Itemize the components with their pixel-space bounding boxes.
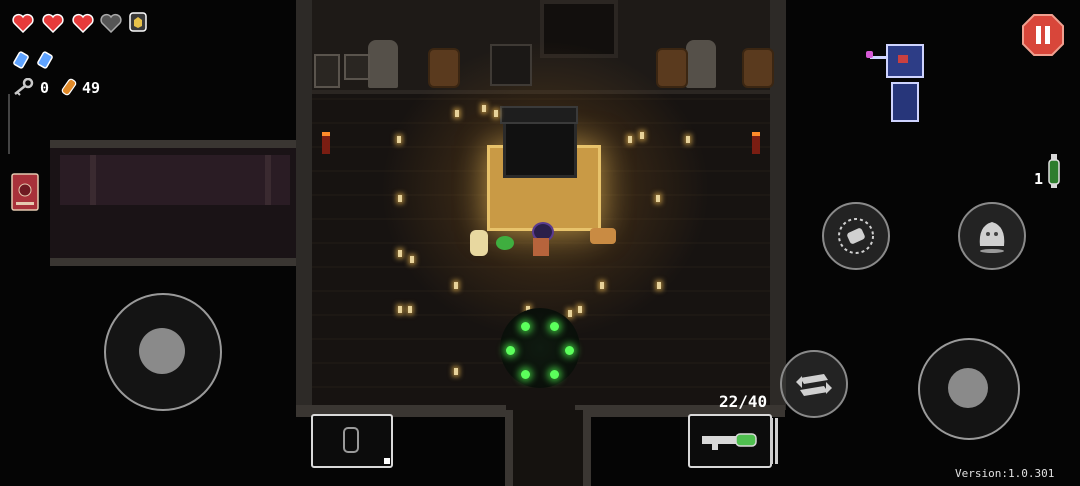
candle bbox=[398, 195, 402, 202]
crate bbox=[344, 54, 370, 80]
heart-icon bbox=[12, 13, 34, 33]
statue bbox=[368, 40, 398, 88]
key-count: 0 bbox=[40, 79, 50, 97]
active-item-slot[interactable] bbox=[311, 414, 393, 468]
aim-joystick-knob[interactable] bbox=[948, 368, 988, 408]
blank-icon bbox=[37, 51, 53, 69]
swap-weapon-button[interactable] bbox=[780, 350, 848, 418]
use-item-button[interactable] bbox=[822, 202, 890, 270]
use-item-icon bbox=[838, 218, 874, 254]
shell-currency-icon bbox=[61, 78, 77, 96]
minimap-marker-icon bbox=[866, 51, 873, 58]
interact-button[interactable] bbox=[958, 202, 1026, 270]
teleporter-light bbox=[521, 370, 530, 379]
teleporter-light bbox=[565, 346, 574, 355]
ammo-counter: 22/40 bbox=[719, 392, 768, 411]
candle bbox=[628, 136, 632, 143]
minimap-room[interactable] bbox=[891, 82, 919, 122]
item-slot-corner bbox=[384, 458, 390, 464]
teleporter-light bbox=[506, 346, 515, 355]
candle bbox=[408, 306, 412, 313]
candle bbox=[686, 136, 690, 143]
player-body bbox=[533, 238, 549, 256]
player-character bbox=[528, 222, 554, 258]
candle bbox=[600, 282, 604, 289]
barrel bbox=[742, 48, 774, 88]
candle bbox=[657, 282, 661, 289]
heart-icon bbox=[72, 13, 94, 33]
candle bbox=[397, 136, 401, 143]
empty-item-icon bbox=[343, 427, 359, 453]
lantern bbox=[470, 230, 488, 256]
candle bbox=[398, 306, 402, 313]
weapon-stack-edge bbox=[775, 418, 778, 464]
weapon-icon bbox=[702, 433, 757, 450]
shrine bbox=[490, 44, 532, 86]
room-left-wall bbox=[296, 0, 312, 410]
heart-icon bbox=[42, 13, 64, 33]
game-viewport: 0 49 1 22/40 Version:1.0.301 bbox=[0, 0, 1080, 486]
teleporter-light bbox=[521, 322, 530, 331]
teleporter-light bbox=[550, 322, 559, 331]
candle bbox=[454, 282, 458, 289]
minimap-player-icon bbox=[898, 55, 908, 63]
empty-heart-icon bbox=[100, 13, 122, 33]
swap-weapon-icon bbox=[796, 374, 832, 396]
wall-torch bbox=[752, 132, 760, 154]
current-weapon-slot[interactable] bbox=[688, 414, 772, 468]
version-label: Version:1.0.301 bbox=[955, 467, 1055, 480]
side-drawer-handle[interactable] bbox=[0, 94, 10, 154]
shell-count: 49 bbox=[82, 79, 101, 97]
pet-dog bbox=[590, 228, 616, 244]
weapon-stack-edge bbox=[770, 418, 773, 464]
candle bbox=[568, 310, 572, 317]
candle bbox=[454, 368, 458, 375]
candle bbox=[398, 250, 402, 257]
active-item-count: 1 bbox=[1034, 170, 1044, 188]
corridor-pillar bbox=[265, 155, 271, 205]
chest-lid bbox=[500, 106, 578, 124]
key-icon bbox=[14, 78, 34, 96]
move-joystick-knob[interactable] bbox=[139, 328, 185, 374]
candle bbox=[455, 110, 459, 117]
armor-icon bbox=[129, 12, 147, 32]
interact-ghost-icon bbox=[979, 222, 1005, 253]
corridor-pillar bbox=[90, 155, 96, 205]
candle bbox=[640, 132, 644, 139]
statue bbox=[686, 40, 716, 88]
barrel bbox=[656, 48, 688, 88]
barrel bbox=[428, 48, 460, 88]
bottom-corridor bbox=[505, 410, 591, 486]
teleporter-light bbox=[550, 370, 559, 379]
candle bbox=[494, 110, 498, 117]
candle bbox=[482, 105, 486, 112]
candle bbox=[578, 306, 582, 313]
bookshelf bbox=[314, 54, 340, 88]
wall-torch bbox=[322, 132, 330, 154]
pause-button[interactable] bbox=[1022, 14, 1064, 56]
ammonomicon-book-icon[interactable] bbox=[10, 172, 40, 212]
candle bbox=[656, 195, 660, 202]
flask-item-icon bbox=[1048, 154, 1060, 188]
blank-icon bbox=[13, 51, 29, 69]
candle bbox=[410, 256, 414, 263]
pet-turtle bbox=[496, 236, 514, 250]
